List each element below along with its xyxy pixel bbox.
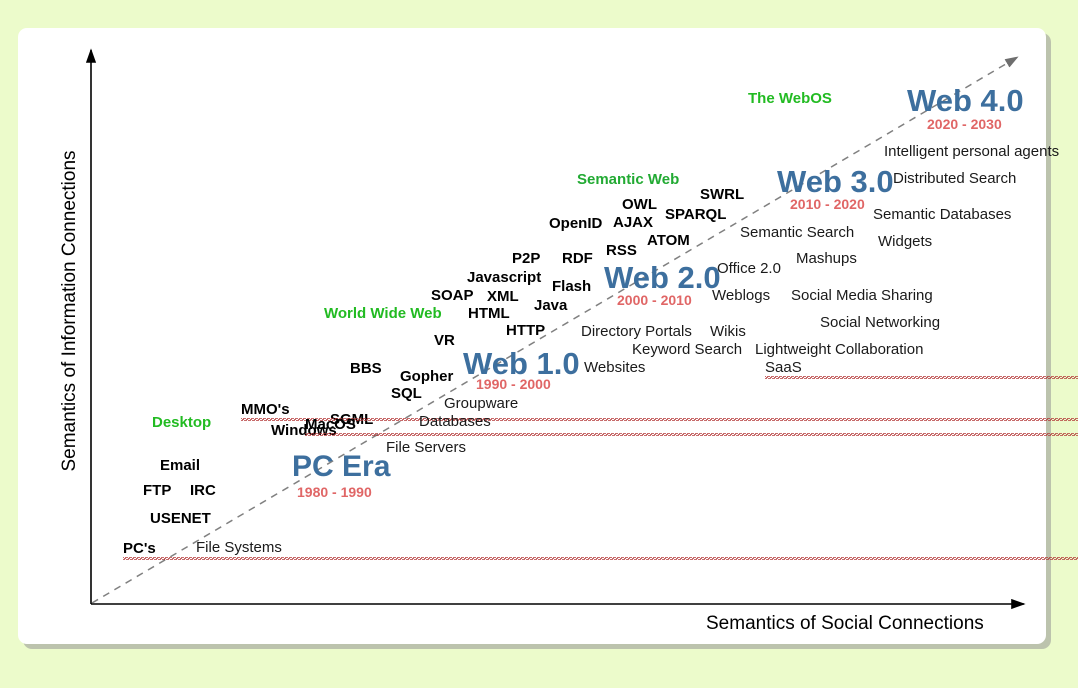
tech-label-p2p: P2P: [512, 250, 541, 267]
concept-label-semantic-search: Semantic Search: [740, 224, 855, 241]
concept-label-websites: Websites: [584, 359, 646, 376]
era-title-web-2: Web 2.0: [604, 260, 721, 295]
concept-label-intelligent-personal-agents: Intelligent personal agents: [884, 143, 1060, 160]
web-evolution-diagram: Semantics of Information Connections Sem…: [0, 0, 1078, 688]
tech-label-rdf: RDF: [562, 250, 593, 267]
concept-label-mashups: Mashups: [796, 250, 857, 267]
tech-label-owl: OWL: [622, 196, 657, 213]
concept-label-databases: Databases: [419, 413, 491, 430]
concept-label-directory-portals: Directory Portals: [581, 323, 692, 340]
tech-label-email: Email: [160, 457, 201, 474]
concept-label-distributed-search: Distributed Search: [893, 170, 1017, 187]
category-label-world-wide-web: World Wide Web: [324, 305, 442, 322]
era-range-pc-era: 1980 - 1990: [297, 484, 372, 500]
tech-label-sql: SQL: [391, 385, 422, 402]
concept-label-file-servers: File Servers: [386, 439, 467, 456]
era-title-pc-era: PC Era: [292, 450, 391, 483]
concept-label-keyword-search: Keyword Search: [632, 341, 743, 358]
footer: cc SOME RIGHTS RESERVED Source: Radar Ne…: [0, 648, 1078, 688]
concept-label-widgets: Widgets: [878, 233, 933, 250]
category-label-the-webos: The WebOS: [748, 90, 832, 107]
tech-label-flash: Flash: [552, 278, 592, 295]
concept-label-social-networking: Social Networking: [820, 314, 941, 331]
tech-label-mmos: MMO's: [241, 402, 1078, 421]
tech-label-html: HTML: [468, 305, 510, 322]
concept-label-lightweight-collaboration: Lightweight Collaboration: [755, 341, 924, 358]
tech-label-gopher: Gopher: [400, 368, 454, 385]
tech-label-xml: XML: [487, 288, 519, 305]
tech-label-http: HTTP: [506, 322, 546, 339]
era-title-web-4: Web 4.0: [907, 83, 1024, 118]
tech-label-openid: OpenID: [549, 215, 603, 232]
tech-label-javascript: Javascript: [467, 269, 542, 286]
era-title-web-3: Web 3.0: [777, 164, 894, 199]
concept-label-semantic-databases: Semantic Databases: [873, 206, 1012, 223]
tech-label-irc: IRC: [190, 482, 216, 499]
era-title-web-1: Web 1.0: [463, 346, 580, 381]
tech-label-bbs: BBS: [350, 360, 382, 377]
tech-label-soap: SOAP: [431, 287, 474, 304]
era-range-web-3: 2010 - 2020: [790, 196, 865, 212]
concept-label-groupware: Groupware: [444, 395, 519, 412]
tech-label-ftp: FTP: [143, 482, 172, 499]
y-axis-label: Semantics of Information Connections: [59, 150, 80, 472]
tech-label-atom: ATOM: [647, 232, 690, 249]
tech-label-java: Java: [534, 297, 568, 314]
era-range-web-1: 1990 - 2000: [476, 376, 551, 392]
tech-label-vr: VR: [434, 332, 455, 349]
tech-label-swrl: SWRL: [700, 186, 745, 203]
tech-label-usenet: USENET: [150, 510, 211, 527]
tech-label-sparql: SPARQL: [665, 206, 727, 223]
concept-label-wikis: Wikis: [710, 323, 746, 340]
concept-label-weblogs: Weblogs: [712, 287, 771, 304]
tech-label-ajax: AJAX: [613, 214, 654, 231]
concept-label-social-media-sharing: Social Media Sharing: [791, 287, 933, 304]
concept-label-file-systems: File Systems: [196, 539, 282, 556]
era-range-web-2: 2000 - 2010: [617, 292, 692, 308]
concept-label-saas: SaaS: [765, 360, 1078, 379]
x-axis-label: Semantics of Social Connections: [706, 613, 984, 634]
era-range-web-4: 2020 - 2030: [927, 116, 1002, 132]
category-label-desktop: Desktop: [152, 414, 212, 431]
tech-label-rss: RSS: [606, 242, 637, 259]
concept-label-office-2: Office 2.0: [717, 260, 781, 277]
category-label-semantic-web: Semantic Web: [577, 171, 680, 188]
